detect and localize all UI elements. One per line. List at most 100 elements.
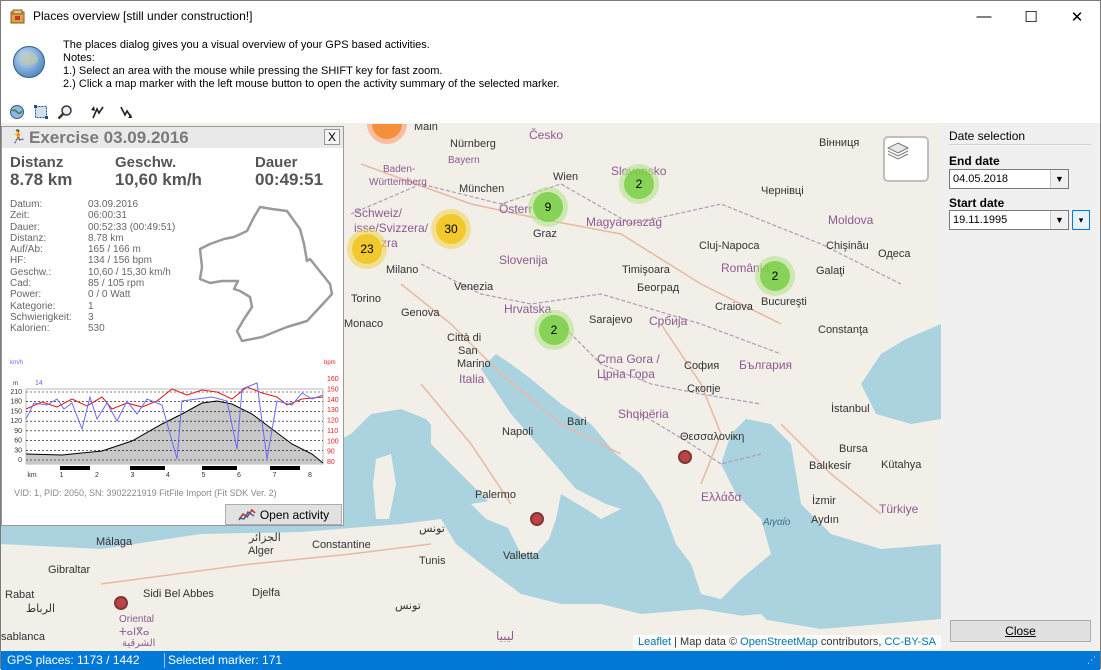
globe-icon[interactable]	[9, 104, 25, 120]
map-label: İzmir	[812, 495, 836, 507]
map-label: Württemberg	[369, 177, 427, 188]
detail-value: 03.09.2016	[88, 199, 139, 210]
map-label: Valletta	[503, 550, 539, 562]
close-window-button[interactable]: ✕	[1054, 1, 1100, 32]
map-label: Црна Гора	[597, 367, 655, 381]
map-label: Београд	[637, 282, 680, 294]
cluster-count: 2	[624, 169, 654, 199]
map-label: Venezia	[454, 281, 494, 293]
map-label: Nürnberg	[450, 138, 496, 150]
zoom-icon[interactable]	[57, 104, 73, 120]
map-label: Palermo	[475, 489, 516, 501]
end-date-label: End date	[949, 154, 1000, 168]
detail-value: 134 / 156 bpm	[88, 255, 152, 267]
map-label: Sarajevo	[589, 314, 633, 326]
map-label: Sidi Bel Abbes	[143, 588, 214, 600]
elevation-tick-label: 30	[14, 447, 22, 454]
layers-icon	[886, 142, 910, 160]
place-marker[interactable]	[530, 512, 544, 526]
cluster-marker[interactable]: 9	[528, 187, 568, 227]
window-title: Places overview [still under constructio…	[33, 9, 253, 23]
map-label: Galaţi	[816, 265, 845, 277]
open-activity-button[interactable]: Open activity	[225, 504, 342, 525]
map-label: Genova	[401, 307, 440, 319]
map-label: Timişoara	[622, 264, 670, 276]
minimize-button[interactable]: —	[961, 1, 1007, 32]
license-link[interactable]: CC-BY-SA	[884, 636, 936, 648]
elevation-tick-label: 90	[14, 428, 22, 435]
map-label: Česko	[529, 128, 564, 142]
chevron-down-icon[interactable]: ▼	[1050, 170, 1068, 188]
distance-tick-label: 7	[273, 472, 277, 479]
cluster-marker[interactable]: 2	[755, 256, 795, 296]
cluster-marker[interactable]: 2	[534, 310, 574, 350]
date-selection-panel: Date selection End date 04.05.2018 ▼ Sta…	[941, 124, 1100, 649]
layers-button[interactable]	[883, 136, 929, 182]
chevron-down-icon[interactable]: ▼	[1050, 211, 1068, 229]
leaflet-link[interactable]: Leaflet	[638, 636, 671, 648]
elevation-tick-label: 120	[10, 418, 22, 425]
end-date-picker[interactable]: 04.05.2018 ▼	[949, 169, 1069, 189]
speed-unit-label: km/h	[10, 360, 23, 366]
map-label: Alger	[248, 545, 274, 557]
globe-icon	[13, 46, 45, 78]
group-divider	[949, 144, 1091, 145]
start-date-picker[interactable]: 19.11.1995 ▼	[949, 210, 1069, 230]
toolbar	[1, 102, 1100, 123]
heart-rate-tick-label: 140	[327, 397, 339, 404]
speed-label: Geschw.	[115, 154, 177, 171]
map-label: Málaga	[96, 536, 133, 548]
map-label: Marino	[457, 358, 491, 370]
map-label: Чернівці	[761, 185, 804, 197]
map-label: Bursa	[839, 443, 868, 455]
detail-row: Datum: 03.09.2016	[10, 199, 175, 210]
map-label: Baden-	[383, 164, 416, 175]
place-marker[interactable]	[114, 596, 128, 610]
map-label: ليبيا	[496, 629, 515, 643]
map-label: Craiova	[715, 301, 753, 313]
activity-details: Datum: 03.09.2016 Zeit: 06:00:31 Dauer: 00:52…	[10, 199, 175, 335]
osm-link[interactable]: OpenStreetMap	[740, 636, 818, 648]
map-label: Magyarország	[586, 215, 663, 229]
maximize-button[interactable]: ☐	[1008, 1, 1054, 32]
cluster-marker[interactable]: 2	[619, 164, 659, 204]
distance-label: Distanz	[10, 154, 64, 171]
end-date-value: 04.05.2018	[953, 173, 1009, 185]
heart-rate-tick-label: 100	[327, 438, 339, 445]
maximize-icon: ☐	[1024, 8, 1038, 26]
date-selection-group-label: Date selection	[949, 129, 1026, 143]
cluster-count: 23	[352, 234, 382, 264]
cluster-marker[interactable]: 23	[347, 229, 387, 269]
popup-close-button[interactable]: X	[324, 129, 340, 145]
heart-rate-tick-label: 110	[327, 428, 338, 435]
map-label: Србија	[649, 314, 688, 328]
up-marker-icon[interactable]	[89, 104, 105, 120]
detail-key: Schwierigkeit:	[10, 311, 72, 323]
detail-value: 8.78 km	[88, 232, 124, 244]
distance-tick-label: km	[27, 472, 37, 479]
map-label: Balıkesir	[809, 460, 852, 472]
map-attribution: Leaflet | Map data © OpenStreetMap contr…	[633, 635, 941, 649]
heart-rate-unit-label: bpm	[324, 360, 336, 366]
elevation-unit-label: m	[13, 381, 18, 387]
detail-value: 530	[88, 323, 105, 335]
map-label: Скопје	[687, 383, 721, 395]
detail-key: Distanz:	[10, 232, 47, 244]
map-label: Graz	[533, 228, 557, 240]
map-label: Θεσσαλονίκη	[680, 431, 745, 443]
attribution-text: | Map data ©	[671, 636, 741, 648]
detail-row: Cad: 85 / 105 rpm	[10, 278, 175, 289]
start-date-dropdown-button[interactable]: ▾	[1072, 210, 1090, 230]
down-marker-icon[interactable]	[117, 104, 133, 120]
close-button[interactable]: Close	[950, 620, 1091, 642]
map-label: Bucureşti	[761, 296, 807, 308]
map-label: Ελλάδα	[701, 490, 742, 504]
select-area-icon[interactable]	[33, 104, 49, 120]
detail-key: Geschw.:	[10, 266, 52, 278]
place-marker[interactable]	[678, 450, 692, 464]
start-date-value: 19.11.1995	[953, 214, 1008, 226]
cluster-count: 2	[539, 315, 569, 345]
speed-tick-label: 14	[35, 380, 43, 387]
resize-grip-icon[interactable]: ⋰	[1087, 655, 1096, 666]
cluster-marker[interactable]: 30	[431, 209, 471, 249]
